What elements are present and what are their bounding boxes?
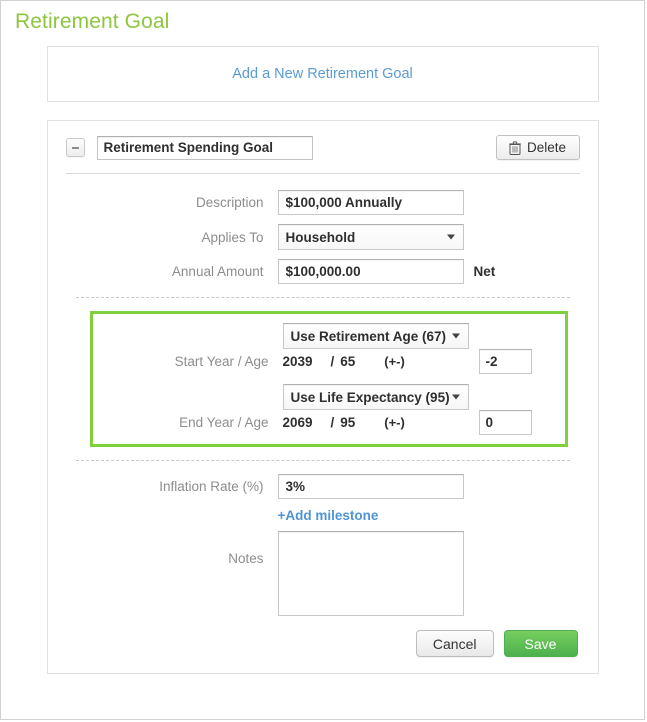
annual-amount-control: Net xyxy=(277,259,496,284)
cancel-button[interactable]: Cancel xyxy=(415,630,494,657)
goal-name-input[interactable] xyxy=(96,135,313,160)
goal-editor-panel: Delete Description Applies To Household xyxy=(46,120,599,674)
start-mode-select[interactable]: Use Retirement Age (67) xyxy=(282,323,469,349)
annual-amount-label: Annual Amount xyxy=(171,264,264,279)
description-control xyxy=(277,190,464,215)
annual-amount-input[interactable] xyxy=(277,259,464,284)
start-mode-selected-value: Use Retirement Age (67) xyxy=(290,328,447,344)
form-actions: Cancel Save xyxy=(66,630,580,657)
end-age-value: 95 xyxy=(340,415,356,430)
description-row: Description xyxy=(66,190,580,215)
applies-to-control: Household xyxy=(277,224,464,250)
goal-header-row: Delete xyxy=(65,135,580,160)
save-button[interactable]: Save xyxy=(503,630,578,657)
notes-textarea[interactable] xyxy=(277,531,464,616)
end-offset-label: (+-) xyxy=(384,415,405,430)
minus-icon xyxy=(71,146,79,149)
end-year-age-label: End Year / Age xyxy=(179,415,269,430)
trash-icon xyxy=(509,140,521,155)
date-range-highlight-block: Use Retirement Age (67) Start Year / Age… xyxy=(89,311,568,447)
notes-label: Notes xyxy=(228,551,264,566)
end-year-age-row: End Year / Age 2069 / 95 (+-) xyxy=(93,410,565,435)
inflation-rate-label: Inflation Rate (%) xyxy=(159,479,264,494)
applies-to-label: Applies To xyxy=(201,229,264,245)
applies-to-row: Applies To Household xyxy=(66,224,580,250)
end-year-value: 2069 xyxy=(282,415,313,430)
start-mode-row: Use Retirement Age (67) xyxy=(93,323,565,349)
start-year-age-label: Start Year / Age xyxy=(174,354,269,369)
add-milestone-control: +Add milestone xyxy=(278,508,379,523)
start-offset-input[interactable] xyxy=(478,349,532,374)
add-milestone-row: +Add milestone xyxy=(66,508,580,523)
start-mode-control: Use Retirement Age (67) xyxy=(282,323,469,349)
goal-form: Description Applies To Household Annual … xyxy=(66,174,580,657)
start-separator: / xyxy=(330,354,335,369)
delete-button[interactable]: Delete xyxy=(495,135,580,160)
inflation-rate-control xyxy=(277,474,464,499)
start-offset-label: (+-) xyxy=(384,354,405,369)
inflation-rate-row: Inflation Rate (%) xyxy=(66,474,580,499)
dashed-divider-bottom xyxy=(75,460,570,461)
end-mode-row: Use Life Expectancy (95) xyxy=(93,384,565,410)
date-block-spacer xyxy=(93,374,565,384)
chevron-down-icon xyxy=(451,333,460,339)
notes-row: Notes xyxy=(66,531,580,616)
add-milestone-link[interactable]: +Add milestone xyxy=(278,508,379,523)
add-milestone-label: Add milestone xyxy=(285,508,379,523)
end-mode-control: Use Life Expectancy (95) xyxy=(282,384,469,410)
end-offset-input[interactable] xyxy=(478,410,532,435)
start-year-age-row: Start Year / Age 2039 / 65 (+-) xyxy=(93,349,565,374)
annual-amount-suffix-label: Net xyxy=(473,264,496,279)
start-age-value: 65 xyxy=(340,354,356,369)
annual-amount-row: Annual Amount Net xyxy=(66,259,580,284)
chevron-down-icon xyxy=(451,394,460,400)
chevron-down-icon xyxy=(446,234,455,240)
start-year-value: 2039 xyxy=(282,354,313,369)
add-new-goal-panel: Add a New Retirement Goal xyxy=(46,46,599,102)
end-mode-select[interactable]: Use Life Expectancy (95) xyxy=(282,384,469,410)
applies-to-select[interactable]: Household xyxy=(277,224,464,250)
start-year-age-control: 2039 / 65 (+-) xyxy=(283,349,532,374)
delete-button-label: Delete xyxy=(526,140,567,155)
description-input[interactable] xyxy=(277,190,464,215)
add-new-retirement-goal-link[interactable]: Add a New Retirement Goal xyxy=(232,66,413,82)
inflation-rate-input[interactable] xyxy=(277,474,464,499)
applies-to-selected-value: Household xyxy=(285,229,356,245)
page-title: Retirement Goal xyxy=(15,10,170,33)
dashed-divider-top xyxy=(75,297,570,298)
start-year-age-values: 2039 / 65 (+-) xyxy=(283,354,469,369)
collapse-toggle-button[interactable] xyxy=(65,138,85,157)
end-year-age-control: 2069 / 95 (+-) xyxy=(283,410,532,435)
notes-control xyxy=(277,531,464,616)
end-mode-selected-value: Use Life Expectancy (95) xyxy=(290,389,450,405)
end-year-age-values: 2069 / 95 (+-) xyxy=(283,415,469,430)
retirement-goal-page: Retirement Goal Add a New Retirement Goa… xyxy=(0,0,645,720)
end-separator: / xyxy=(330,415,335,430)
description-label: Description xyxy=(195,195,264,210)
